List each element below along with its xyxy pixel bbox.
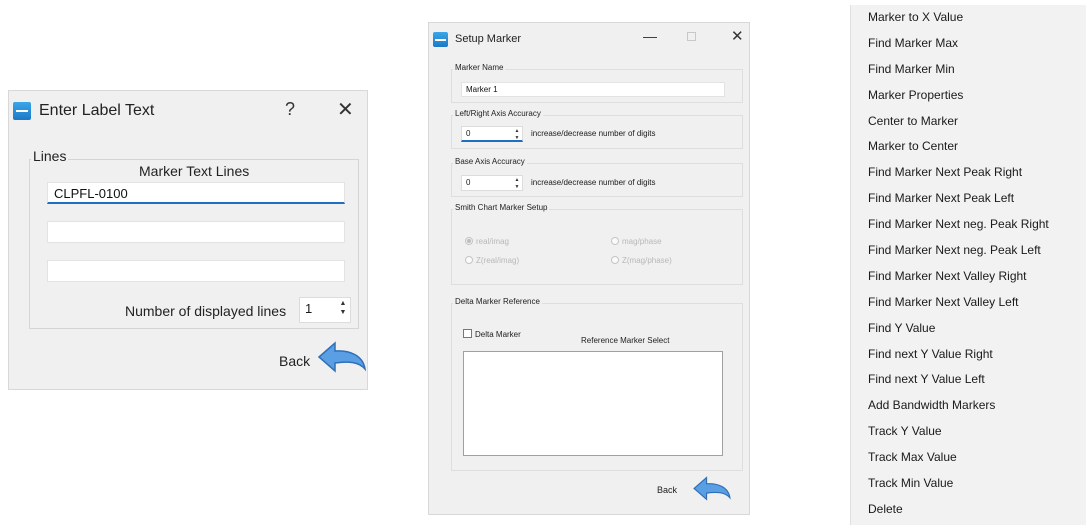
spin-arrows-icon[interactable]: ▲ ▼ [337, 299, 349, 317]
radio-real-imag[interactable]: real/imag [465, 237, 509, 246]
radio-dot [465, 256, 473, 264]
maximize-icon[interactable] [687, 32, 696, 41]
menu-item-delete[interactable]: Delete [851, 497, 1086, 523]
text-line-2-input[interactable] [47, 221, 345, 243]
menu-item-track-min-value[interactable]: Track Min Value [851, 471, 1086, 497]
menu-item-next-peak-left[interactable]: Find Marker Next Peak Left [851, 186, 1086, 212]
menu-item-next-valley-right[interactable]: Find Marker Next Valley Right [851, 264, 1086, 290]
lr-accuracy-spinbox[interactable]: 0 ▲ ▼ [461, 126, 523, 142]
back-arrow-icon[interactable] [315, 337, 369, 381]
text-line-3-input[interactable] [47, 260, 345, 282]
num-lines-value: 1 [305, 301, 313, 316]
base-accuracy-value: 0 [466, 178, 471, 187]
reference-marker-select-label: Reference Marker Select [581, 336, 670, 345]
menu-item-find-next-y-left[interactable]: Find next Y Value Left [851, 367, 1086, 393]
close-icon[interactable]: ✕ [337, 97, 354, 122]
lr-accuracy-value: 0 [466, 129, 471, 138]
menu-item-add-bandwidth-markers[interactable]: Add Bandwidth Markers [851, 393, 1086, 419]
menu-item-next-valley-left[interactable]: Find Marker Next Valley Left [851, 290, 1086, 316]
help-icon[interactable]: ? [285, 99, 295, 120]
back-arrow-icon[interactable] [691, 472, 733, 508]
menu-list: Marker to X Value Find Marker Max Find M… [851, 5, 1086, 523]
back-label: Back [657, 485, 678, 495]
radio-label: real/imag [476, 237, 509, 246]
menu-item-find-next-y-right[interactable]: Find next Y Value Right [851, 342, 1086, 368]
radio-dot [611, 237, 619, 245]
menu-item-next-neg-peak-right[interactable]: Find Marker Next neg. Peak Right [851, 212, 1086, 238]
app-icon [433, 32, 448, 47]
text-line-1-input[interactable]: CLPFL-0100 [47, 182, 345, 204]
smith-chart-groupbox [451, 209, 743, 285]
radio-dot [611, 256, 619, 264]
close-icon[interactable]: ✕ [731, 27, 744, 45]
lr-accuracy-hint: increase/decrease number of digits [531, 129, 656, 138]
minimize-icon[interactable]: — [643, 28, 657, 44]
menu-item-marker-properties[interactable]: Marker Properties [851, 83, 1086, 109]
lines-group-label: Lines [31, 148, 69, 164]
num-lines-spinbox[interactable]: 1 ▲ ▼ [299, 297, 351, 323]
base-accuracy-spinbox[interactable]: 0 ▲ ▼ [461, 175, 523, 191]
menu-item-track-max-value[interactable]: Track Max Value [851, 445, 1086, 471]
menu-item-marker-to-center[interactable]: Marker to Center [851, 134, 1086, 160]
spin-arrows-icon[interactable]: ▲ ▼ [513, 128, 521, 142]
spin-arrows-icon[interactable]: ▲ ▼ [513, 177, 521, 191]
menu-item-track-y-value[interactable]: Track Y Value [851, 419, 1086, 445]
menu-item-next-peak-right[interactable]: Find Marker Next Peak Right [851, 160, 1086, 186]
marker-text-lines-header: Marker Text Lines [139, 163, 250, 179]
radio-mag-phase[interactable]: mag/phase [611, 237, 662, 246]
marker-name-label: Marker Name [453, 63, 506, 72]
checkbox-box [463, 329, 472, 338]
radio-label: Z(mag/phase) [622, 256, 672, 265]
menu-item-center-to-marker[interactable]: Center to Marker [851, 109, 1086, 135]
back-label: Back [279, 353, 311, 369]
dialog-title: Setup Marker [455, 33, 522, 45]
base-accuracy-label: Base Axis Accuracy [453, 157, 527, 166]
delta-marker-check-label: Delta Marker [475, 330, 521, 339]
delta-marker-checkbox[interactable]: Delta Marker [463, 329, 521, 339]
radio-z-real-imag[interactable]: Z(real/imag) [465, 256, 519, 265]
menu-item-find-y-value[interactable]: Find Y Value [851, 316, 1086, 342]
radio-label: Z(real/imag) [476, 256, 520, 265]
menu-item-next-neg-peak-left[interactable]: Find Marker Next neg. Peak Left [851, 238, 1086, 264]
dialog-title: Enter Label Text [39, 102, 155, 119]
delta-marker-ref-label: Delta Marker Reference [453, 297, 542, 306]
menu-item-find-marker-max[interactable]: Find Marker Max [851, 31, 1086, 57]
setup-marker-dialog: Setup Marker — ✕ Marker Name Marker 1 Le… [428, 22, 750, 515]
smith-chart-label: Smith Chart Marker Setup [453, 203, 550, 212]
app-icon [13, 102, 31, 120]
lr-accuracy-label: Left/Right Axis Accuracy [453, 109, 543, 118]
reference-marker-list[interactable] [463, 351, 723, 456]
menu-item-marker-to-x-value[interactable]: Marker to X Value [851, 5, 1086, 31]
enter-label-text-dialog: Enter Label Text ? ✕ Lines Marker Text L… [8, 90, 368, 390]
radio-label: mag/phase [622, 237, 662, 246]
menu-item-find-marker-min[interactable]: Find Marker Min [851, 57, 1086, 83]
radio-z-mag-phase[interactable]: Z(mag/phase) [611, 256, 672, 265]
marker-name-input[interactable]: Marker 1 [461, 82, 725, 97]
radio-dot [465, 237, 473, 245]
base-accuracy-hint: increase/decrease number of digits [531, 178, 656, 187]
num-lines-label: Number of displayed lines [125, 303, 287, 319]
marker-context-menu: Marker to X Value Find Marker Max Find M… [850, 5, 1086, 525]
title-bar[interactable]: Enter Label Text ? ✕ [9, 91, 367, 129]
